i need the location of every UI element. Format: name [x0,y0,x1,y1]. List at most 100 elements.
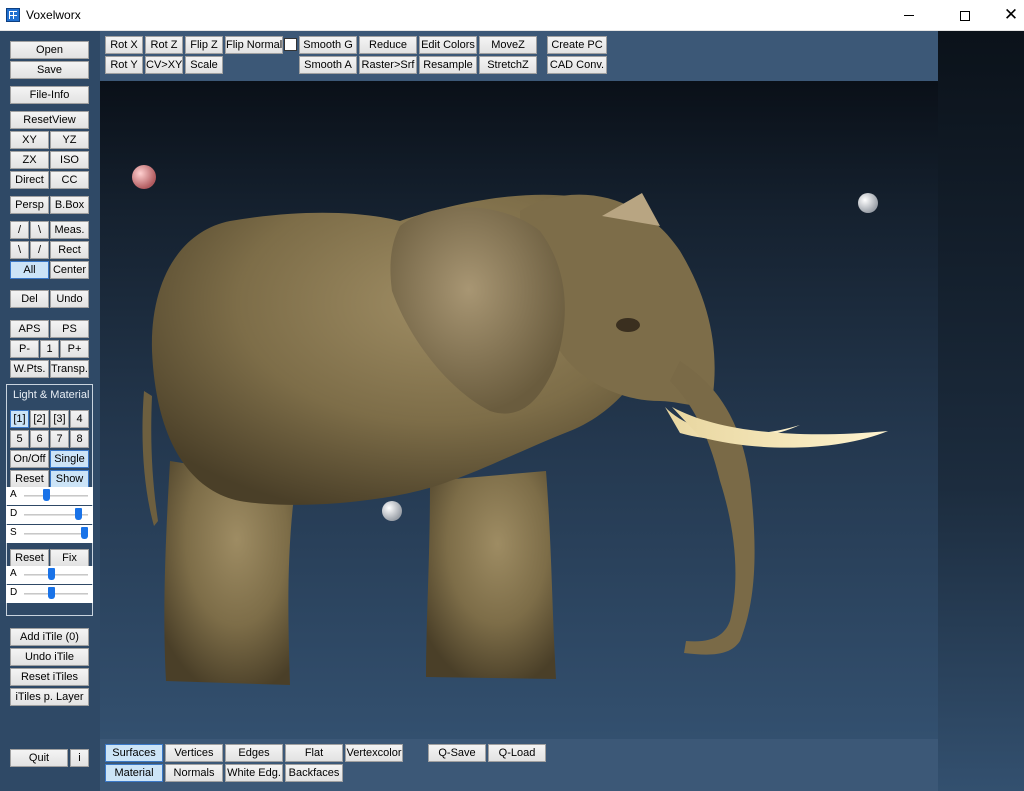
edges-button[interactable]: Edges [225,744,283,762]
slider-label: D [10,508,18,519]
file-info-button[interactable]: File-Info [10,86,89,104]
slash-button-2[interactable]: / [30,241,49,259]
aps-button[interactable]: APS [10,320,49,338]
create-pc-button[interactable]: Create PC [547,36,607,54]
slider-thumb[interactable] [47,587,55,599]
light-4-button[interactable]: 4 [70,410,89,428]
all-button[interactable]: All [10,261,49,279]
cc-button[interactable]: CC [50,171,89,189]
ps-button[interactable]: PS [50,320,89,338]
cv-xy-button[interactable]: CV>XY [145,56,183,74]
q-load-button[interactable]: Q-Load [488,744,546,762]
surfaces-button[interactable]: Surfaces [105,744,163,762]
delete-button[interactable]: Del [10,290,49,308]
save-button[interactable]: Save [10,61,89,79]
light-sphere-white[interactable] [858,193,878,213]
scale-button[interactable]: Scale [185,56,223,74]
reset-itiles-button[interactable]: Reset iTiles [10,668,89,686]
material-diffuse-slider[interactable]: D [6,585,93,603]
resample-button[interactable]: Resample [419,56,477,74]
material-fix-button[interactable]: Fix [50,549,89,567]
q-save-button[interactable]: Q-Save [428,744,486,762]
backslash-button-2[interactable]: \ [10,241,29,259]
rot-y-button[interactable]: Rot Y [105,56,143,74]
light-sphere-white-2[interactable] [382,501,402,521]
light-8-button[interactable]: 8 [70,430,89,448]
reset-view-button[interactable]: ResetView [10,111,89,129]
light-1-button[interactable]: [1] [10,410,29,428]
light-on-off-button[interactable]: On/Off [10,450,49,468]
transp-button[interactable]: Transp. [50,360,89,378]
p-one-button[interactable]: 1 [40,340,59,358]
persp-button[interactable]: Persp [10,196,49,214]
quit-button[interactable]: Quit [10,749,68,767]
flip-normals-checkbox[interactable] [284,38,297,51]
center-button[interactable]: Center [50,261,89,279]
p-minus-button[interactable]: P- [10,340,39,358]
raster-srf-button[interactable]: Raster>Srf [359,56,417,74]
light-2-button[interactable]: [2] [30,410,49,428]
slider-thumb[interactable] [43,489,51,501]
stretch-z-button[interactable]: StretchZ [479,56,537,74]
slider-track [24,593,88,595]
light-diffuse-slider[interactable]: D [6,506,93,524]
reduce-button[interactable]: Reduce [359,36,417,54]
direct-button[interactable]: Direct [10,171,49,189]
itiles-per-layer-button[interactable]: iTiles p. Layer [10,688,89,706]
flip-z-button[interactable]: Flip Z [185,36,223,54]
info-button[interactable]: i [70,749,89,767]
move-z-button[interactable]: MoveZ [479,36,537,54]
light-ambient-slider[interactable]: A [6,487,93,505]
material-ambient-slider[interactable]: A [6,566,93,584]
add-itile-button[interactable]: Add iTile (0) [10,628,89,646]
light-sphere-red[interactable] [132,165,156,189]
material-reset-button[interactable]: Reset [10,549,49,567]
vertexcolor-button[interactable]: Vertexcolor [345,744,403,762]
app-icon [6,8,20,22]
measure-button[interactable]: Meas. [50,221,89,239]
flip-normals-button[interactable]: Flip Normals [225,36,283,54]
backslash-button[interactable]: \ [30,221,49,239]
slider-label: D [10,587,18,598]
bbox-button[interactable]: B.Box [50,196,89,214]
rot-x-button[interactable]: Rot X [105,36,143,54]
open-button[interactable]: Open [10,41,89,59]
light-reset-button[interactable]: Reset [10,470,49,488]
light-show-button[interactable]: Show [50,470,89,488]
close-button[interactable]: ✕ [988,0,1024,31]
flat-button[interactable]: Flat [285,744,343,762]
rot-z-button[interactable]: Rot Z [145,36,183,54]
slider-thumb[interactable] [75,508,83,520]
light-7-button[interactable]: 7 [50,430,69,448]
view-yz-button[interactable]: YZ [50,131,89,149]
undo-itile-button[interactable]: Undo iTile [10,648,89,666]
smooth-g-button[interactable]: Smooth G [299,36,357,54]
wpts-button[interactable]: W.Pts. [10,360,49,378]
light-3-button[interactable]: [3] [50,410,69,428]
minimize-button[interactable] [886,0,932,31]
light-5-button[interactable]: 5 [10,430,29,448]
white-edges-button[interactable]: White Edg. [225,764,283,782]
undo-button[interactable]: Undo [50,290,89,308]
edit-colors-button[interactable]: Edit Colors [419,36,477,54]
maximize-button[interactable] [942,0,988,31]
3d-viewport[interactable] [100,81,938,739]
rect-button[interactable]: Rect [50,241,89,259]
light-specular-slider[interactable]: S [6,525,93,543]
normals-button[interactable]: Normals [165,764,223,782]
view-xy-button[interactable]: XY [10,131,49,149]
material-button[interactable]: Material [105,764,163,782]
view-zx-button[interactable]: ZX [10,151,49,169]
p-plus-button[interactable]: P+ [60,340,89,358]
light-single-button[interactable]: Single [50,450,89,468]
slider-thumb[interactable] [80,527,88,539]
smooth-a-button[interactable]: Smooth A [299,56,357,74]
backfaces-button[interactable]: Backfaces [285,764,343,782]
view-iso-button[interactable]: ISO [50,151,89,169]
light-6-button[interactable]: 6 [30,430,49,448]
slash-button[interactable]: / [10,221,29,239]
eye [616,318,640,332]
cad-conv-button[interactable]: CAD Conv. [547,56,607,74]
slider-thumb[interactable] [47,568,55,580]
vertices-button[interactable]: Vertices [165,744,223,762]
